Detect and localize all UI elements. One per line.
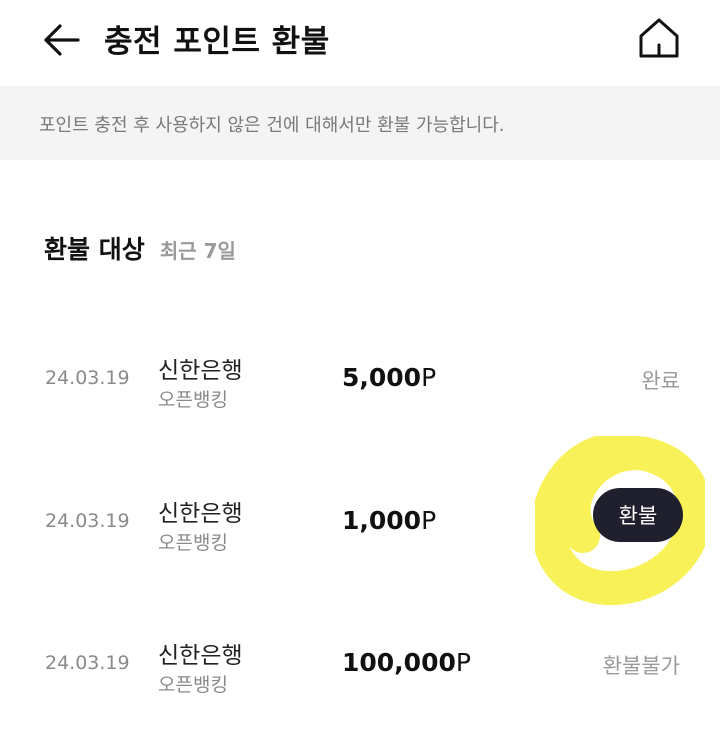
refund-button[interactable]: 환불 — [593, 488, 683, 542]
payment-method: 오픈뱅킹 — [158, 674, 228, 696]
section-title: 환불 대상 — [44, 235, 145, 264]
home-button[interactable] — [636, 14, 682, 62]
status-label: 완료 — [641, 369, 680, 393]
home-icon — [639, 18, 679, 58]
bank-name: 신한은행 — [158, 643, 243, 669]
payment-method: 오픈뱅킹 — [158, 532, 228, 554]
bank-name: 신한은행 — [158, 358, 243, 384]
section-subtitle: 최근 7일 — [159, 239, 236, 263]
point-amount: 5,000P — [342, 363, 436, 392]
charge-date: 24.03.19 — [45, 510, 130, 532]
refund-list-item: 24.03.19 신한은행 오픈뱅킹 5,000P 완료 — [0, 345, 720, 425]
amount-value: 100,000 — [342, 648, 456, 677]
refund-list-item: 24.03.19 신한은행 오픈뱅킹 100,000P 환불불가 — [0, 630, 720, 710]
arrow-left-icon — [44, 24, 80, 56]
bank-name: 신한은행 — [158, 501, 243, 527]
status-label: 환불불가 — [602, 654, 680, 678]
refund-list-item: 24.03.19 신한은행 오픈뱅킹 1,000P 환불 — [0, 488, 720, 568]
amount-unit: P — [455, 648, 471, 677]
charge-date: 24.03.19 — [45, 652, 130, 674]
payment-method: 오픈뱅킹 — [158, 389, 228, 411]
app-header: 충전 포인트 환불 — [0, 0, 720, 86]
page-title: 충전 포인트 환불 — [104, 24, 330, 60]
back-button[interactable] — [40, 18, 84, 62]
notice-banner: 포인트 충전 후 사용하지 않은 건에 대해서만 환불 가능합니다. — [0, 86, 720, 160]
amount-value: 1,000 — [342, 506, 422, 535]
charge-date: 24.03.19 — [45, 367, 130, 389]
notice-text: 포인트 충전 후 사용하지 않은 건에 대해서만 환불 가능합니다. — [39, 115, 505, 136]
point-amount: 1,000P — [342, 506, 436, 535]
point-amount: 100,000P — [342, 648, 471, 677]
amount-value: 5,000 — [342, 363, 422, 392]
amount-unit: P — [421, 363, 437, 392]
section-header: 환불 대상 최근 7일 — [44, 230, 236, 266]
amount-unit: P — [421, 506, 437, 535]
